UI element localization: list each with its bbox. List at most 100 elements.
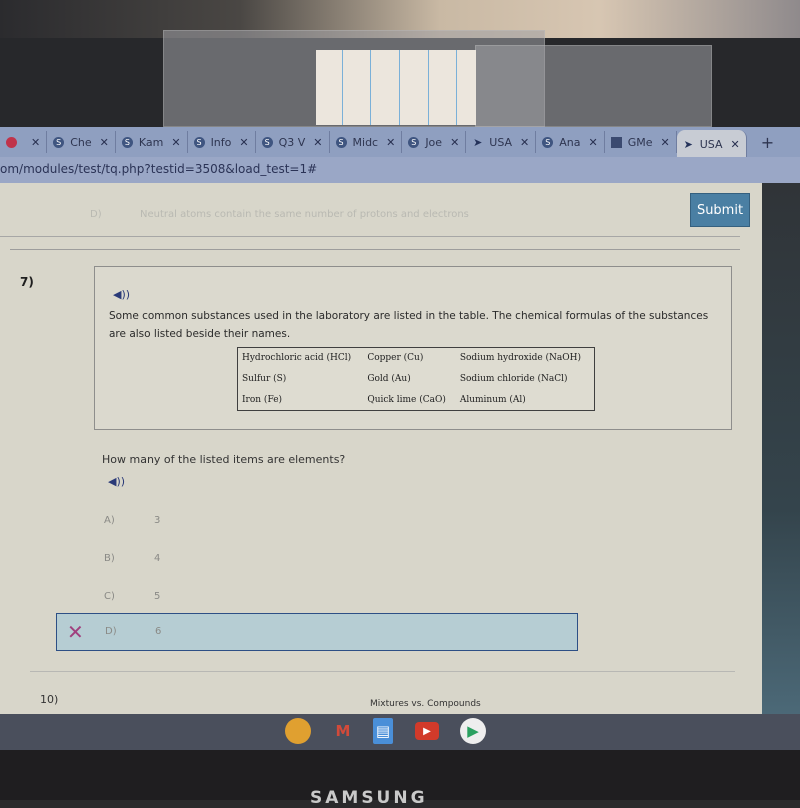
option-letter: D) — [90, 209, 102, 220]
screen: ✕ S Che ✕ S Kam ✕ S Info ✕ S Q3 V ✕ S Midc ✕ S Joe ✕… — [0, 127, 800, 727]
option-value: 4 — [154, 553, 161, 564]
incorrect-x-icon: ✕ — [67, 620, 84, 644]
close-icon[interactable]: ✕ — [386, 136, 395, 149]
tab-0[interactable]: ✕ — [0, 131, 48, 153]
divider — [30, 671, 735, 672]
previous-question-option: D) Neutral atoms contain the same number… — [90, 209, 469, 220]
close-icon[interactable]: ✕ — [589, 136, 598, 149]
option-value: 5 — [154, 591, 161, 602]
table-cell: Iron (Fe) — [242, 394, 283, 405]
option-letter: C) — [104, 591, 115, 602]
play-store-icon[interactable]: ▶ — [460, 718, 486, 744]
chrome-icon[interactable] — [285, 718, 311, 744]
speaker-icon[interactable]: ◀)) — [108, 475, 125, 488]
tab-label: Midc — [352, 135, 379, 149]
close-icon[interactable]: ✕ — [661, 136, 670, 149]
close-icon[interactable]: ✕ — [100, 136, 109, 149]
answer-option-b[interactable]: B) 4 — [56, 541, 576, 577]
close-icon[interactable]: ✕ — [520, 136, 529, 149]
option-text: Neutral atoms contain the same number of… — [140, 209, 469, 220]
s-app-icon: S — [542, 136, 554, 148]
brand-logo: SAMSUNG — [310, 788, 428, 808]
table-cell: Sodium hydroxide (NaOH) — [459, 353, 582, 364]
s-app-icon: S — [261, 136, 273, 148]
option-letter: B) — [104, 553, 115, 564]
cursor-icon: ➤ — [473, 135, 483, 149]
shelf-tooltip: Mixtures vs. Compounds — [370, 699, 481, 709]
tab-label: USA — [489, 135, 513, 149]
gmetrix-icon — [610, 136, 622, 148]
table-cell: Quick lime (CaO) — [367, 394, 446, 405]
speaker-icon[interactable]: ◀)) — [113, 288, 130, 301]
url-text: om/modules/test/tq.php?testid=3508&load_… — [0, 162, 318, 176]
close-icon[interactable]: ✕ — [731, 138, 740, 151]
right-panel — [762, 183, 800, 727]
option-letter: A) — [104, 515, 115, 526]
close-icon[interactable]: ✕ — [171, 136, 180, 149]
divider — [0, 236, 740, 237]
tab-6[interactable]: S Joe ✕ — [402, 131, 467, 153]
submit-button[interactable]: Submit — [690, 193, 750, 227]
table-cell: Sulfur (S) — [242, 373, 287, 384]
question-stem: Some common substances used in the labor… — [109, 310, 709, 340]
answer-option-c[interactable]: C) 5 — [56, 579, 576, 615]
tab-4[interactable]: S Q3 V ✕ — [256, 131, 330, 153]
tab-10-active[interactable]: ➤ USA ✕ — [676, 130, 747, 158]
gmail-icon[interactable]: M — [330, 718, 356, 744]
tab-7[interactable]: ➤ USA ✕ — [466, 131, 537, 153]
tab-label: Q3 V — [278, 135, 306, 149]
tab-bar: ✕ S Che ✕ S Kam ✕ S Info ✕ S Q3 V ✕ S Midc ✕ S Joe ✕… — [0, 127, 800, 158]
address-bar[interactable]: om/modules/test/tq.php?testid=3508&load_… — [0, 157, 800, 183]
divider — [10, 249, 740, 250]
option-letter: D) — [105, 626, 117, 637]
tab-9[interactable]: GMe ✕ — [605, 131, 677, 153]
answer-option-a[interactable]: A) 3 — [56, 503, 576, 539]
s-app-icon: S — [335, 136, 347, 148]
table-cell: Aluminum (Al) — [459, 394, 526, 405]
option-value: 6 — [155, 626, 162, 637]
question-number: 7) — [20, 275, 34, 289]
paper-scrap — [316, 50, 476, 125]
s-app-icon: S — [408, 136, 420, 148]
table-row: Iron (Fe) Quick lime (CaO) Aluminum (Al) — [238, 389, 595, 410]
tab-label: GMe — [627, 135, 653, 149]
close-icon[interactable]: ✕ — [31, 136, 40, 149]
close-icon[interactable]: ✕ — [313, 136, 322, 149]
tape — [475, 45, 712, 127]
table-cell: Gold (Au) — [367, 373, 411, 384]
option-value: 3 — [154, 515, 161, 526]
table-cell: Sodium chloride (NaCl) — [459, 373, 568, 384]
youtube-icon[interactable]: ▶ — [415, 722, 439, 740]
chromeos-shelf: M ▤ ▶ ▶ — [0, 714, 800, 750]
substances-table: Hydrochloric acid (HCl) Copper (Cu) Sodi… — [237, 347, 595, 411]
tab-label: Ana — [559, 135, 581, 149]
s-app-icon: S — [121, 136, 133, 148]
s-app-icon: S — [53, 136, 65, 148]
close-icon[interactable]: ✕ — [450, 136, 459, 149]
tab-label: Che — [70, 135, 92, 149]
docs-icon[interactable]: ▤ — [373, 718, 393, 744]
cursor-icon: ➤ — [683, 137, 693, 151]
question-prompt: How many of the listed items are element… — [102, 453, 346, 466]
tab-2[interactable]: S Kam ✕ — [116, 131, 188, 153]
tab-1[interactable]: S Che ✕ — [47, 131, 116, 153]
next-question-number: 10) — [40, 693, 59, 706]
s-app-icon: S — [193, 136, 205, 148]
tab-8[interactable]: S Ana ✕ — [536, 131, 605, 153]
tab-5[interactable]: S Midc ✕ — [330, 131, 403, 153]
table-cell: Hydrochloric acid (HCl) — [242, 353, 352, 364]
table-cell: Copper (Cu) — [367, 353, 424, 364]
close-icon[interactable]: ✕ — [239, 136, 248, 149]
tab-label: Info — [210, 135, 232, 149]
new-tab-button[interactable]: + — [747, 133, 788, 152]
table-row: Sulfur (S) Gold (Au) Sodium chloride (Na… — [238, 369, 595, 390]
tab-label: Kam — [138, 135, 164, 149]
tab-label: Joe — [425, 135, 443, 149]
question-stem-box: ◀)) Some common substances used in the l… — [94, 266, 732, 430]
tab-label: USA — [699, 137, 723, 151]
tab-3[interactable]: S Info ✕ — [188, 131, 256, 153]
answer-option-d-selected[interactable]: ✕ D) 6 — [56, 613, 578, 651]
test-page: D) Neutral atoms contain the same number… — [0, 183, 762, 727]
table-row: Hydrochloric acid (HCl) Copper (Cu) Sodi… — [238, 348, 595, 369]
red-dot-icon — [6, 136, 17, 148]
